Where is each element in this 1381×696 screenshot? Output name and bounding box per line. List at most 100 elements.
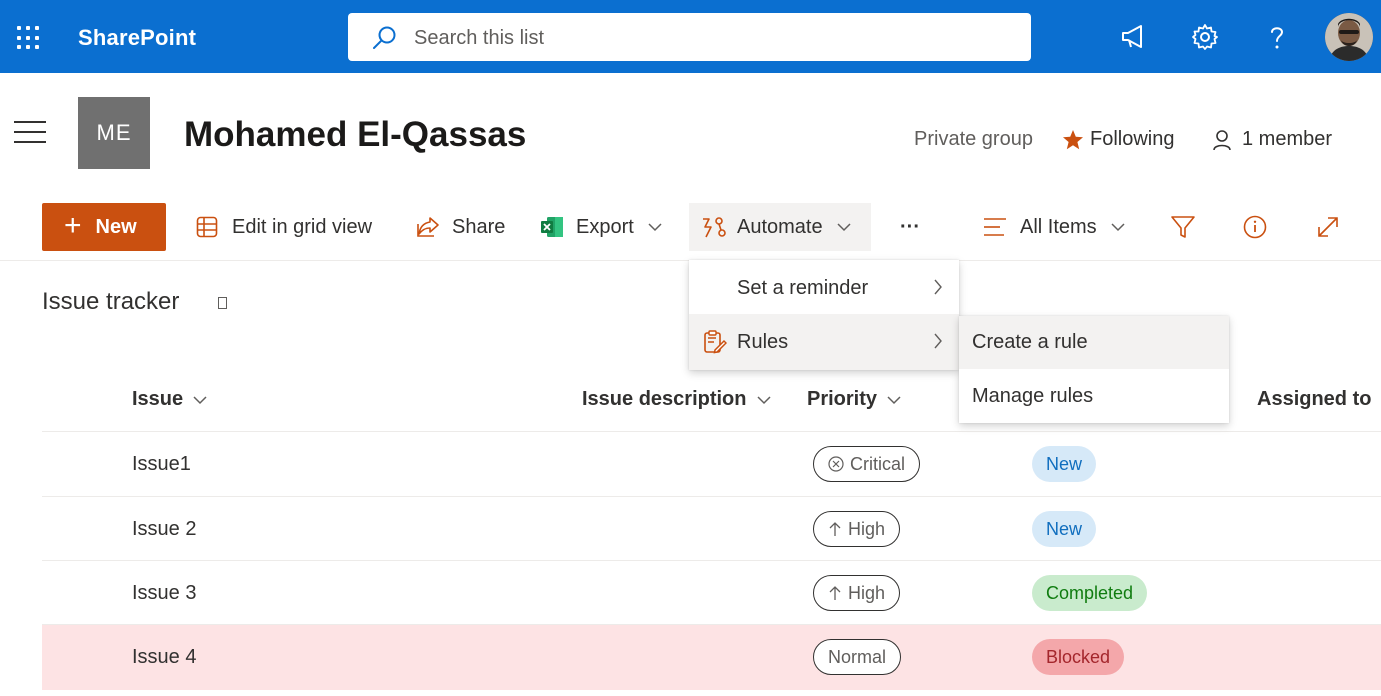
members-button[interactable]: 1 member [1212, 128, 1332, 151]
edit-grid-label: Edit in grid view [232, 215, 373, 238]
menu-item-label: Set a reminder [737, 276, 869, 299]
menu-item-set-reminder[interactable]: Set a reminder [689, 260, 959, 316]
issue-cell[interactable]: Issue 3 [132, 582, 196, 605]
menu-item-label: Create a rule [972, 331, 1088, 353]
filter-button[interactable] [1170, 203, 1196, 251]
grid-icon [196, 216, 218, 238]
chevron-down-icon [648, 223, 662, 232]
info-icon [1243, 215, 1267, 239]
table-row[interactable]: Issue 4 Normal Blocked [42, 624, 1381, 690]
filter-icon [1171, 216, 1195, 238]
list-title-marker [218, 297, 227, 309]
search-icon [373, 26, 396, 49]
issue-cell[interactable]: Issue 2 [132, 518, 196, 541]
more-button[interactable]: ··· [900, 203, 920, 251]
chevron-down-icon [1111, 223, 1125, 232]
menu-item-create-rule[interactable]: Create a rule [959, 316, 1229, 369]
expand-button[interactable] [1316, 203, 1340, 251]
gear-icon[interactable] [1190, 22, 1220, 52]
column-header-priority-label: Priority [807, 388, 878, 410]
menu-item-label: Manage rules [972, 384, 1094, 407]
column-header-description[interactable]: Issue description [582, 388, 771, 411]
critical-icon [828, 456, 844, 472]
column-header-priority[interactable]: Priority [807, 388, 901, 411]
table-row[interactable]: Issue1 Critical New [42, 431, 1381, 496]
share-label: Share [452, 215, 506, 238]
status-badge: Blocked [1032, 639, 1125, 675]
issue-cell[interactable]: Issue1 [132, 453, 191, 476]
column-header-issue-label: Issue [132, 388, 184, 410]
status-badge: Completed [1032, 575, 1148, 611]
priority-label: High [848, 582, 886, 603]
plus-icon: + [64, 208, 82, 242]
new-label: New [95, 215, 137, 238]
priority-pill: Critical [813, 446, 921, 482]
nav-menu-icon[interactable] [14, 121, 46, 145]
star-icon [1063, 129, 1083, 149]
list-title: Issue tracker [42, 288, 180, 315]
suite-bar: SharePoint Search this list [0, 0, 1381, 73]
column-header-description-label: Issue description [582, 388, 747, 410]
status-badge: New [1032, 511, 1097, 547]
view-selector[interactable]: All Items [983, 203, 1125, 251]
edit-grid-view-button[interactable]: Edit in grid view [196, 203, 372, 251]
arrow-up-icon [829, 586, 841, 600]
automate-button[interactable]: Automate [689, 203, 871, 251]
user-avatar[interactable] [1325, 13, 1373, 61]
app-name[interactable]: SharePoint [78, 25, 196, 51]
chevron-down-icon [837, 223, 851, 232]
chevron-right-icon [934, 279, 942, 295]
priority-pill: High [813, 511, 901, 547]
rules-icon [704, 330, 727, 354]
person-icon [1213, 129, 1231, 150]
table-row[interactable]: Issue 3 High Completed [42, 560, 1381, 625]
members-label: 1 member [1242, 128, 1333, 150]
arrow-up-icon [829, 522, 841, 536]
chevron-down-icon [756, 395, 771, 404]
more-icon: ··· [900, 215, 920, 238]
following-toggle[interactable]: Following [1062, 128, 1174, 151]
export-label: Export [576, 215, 634, 238]
priority-label: Normal [828, 646, 887, 667]
menu-item-rules[interactable]: Rules [689, 314, 959, 370]
share-icon [417, 217, 439, 237]
column-header-assigned-label: Assigned to [1257, 388, 1372, 410]
search-input[interactable]: Search this list [414, 27, 544, 50]
expand-icon [1318, 217, 1338, 237]
chevron-right-icon [934, 333, 942, 349]
issue-cell[interactable]: Issue 4 [132, 646, 196, 669]
excel-icon [541, 217, 563, 237]
column-header-issue[interactable]: Issue [132, 388, 207, 411]
status-badge: New [1032, 446, 1097, 482]
automate-menu: Set a reminder Rules [689, 260, 959, 370]
table-row[interactable]: Issue 2 High New [42, 496, 1381, 561]
column-header-assigned[interactable]: Assigned to [1257, 388, 1381, 411]
export-button[interactable]: Export [540, 203, 662, 251]
site-logo[interactable]: ME [78, 97, 150, 169]
automate-label: Automate [737, 215, 823, 238]
menu-item-manage-rules[interactable]: Manage rules [959, 369, 1229, 423]
group-privacy: Private group [914, 128, 1033, 150]
priority-label: High [848, 518, 886, 539]
chevron-down-icon [193, 395, 207, 404]
menu-item-label: Rules [737, 330, 789, 353]
view-label: All Items [1020, 215, 1097, 238]
new-button[interactable]: + New [42, 203, 166, 251]
share-button[interactable]: Share [416, 203, 505, 251]
following-label: Following [1090, 128, 1175, 150]
chevron-down-icon [887, 395, 901, 404]
site-title[interactable]: Mohamed El-Qassas [184, 115, 526, 155]
automate-icon [703, 217, 726, 238]
help-icon[interactable] [1262, 22, 1292, 52]
megaphone-icon[interactable] [1119, 22, 1149, 52]
priority-pill: High [813, 575, 901, 611]
rules-submenu: Create a rule Manage rules [959, 316, 1229, 423]
priority-pill: Normal [813, 639, 902, 675]
user-photo-icon [1325, 13, 1373, 61]
list-view-icon [984, 218, 1006, 236]
app-launcher-icon[interactable] [17, 26, 41, 50]
search-box[interactable]: Search this list [348, 13, 1031, 61]
priority-label: Critical [850, 453, 906, 474]
info-button[interactable] [1243, 203, 1267, 251]
command-bar: + New Edit in grid view Share Export Aut… [0, 195, 1381, 261]
